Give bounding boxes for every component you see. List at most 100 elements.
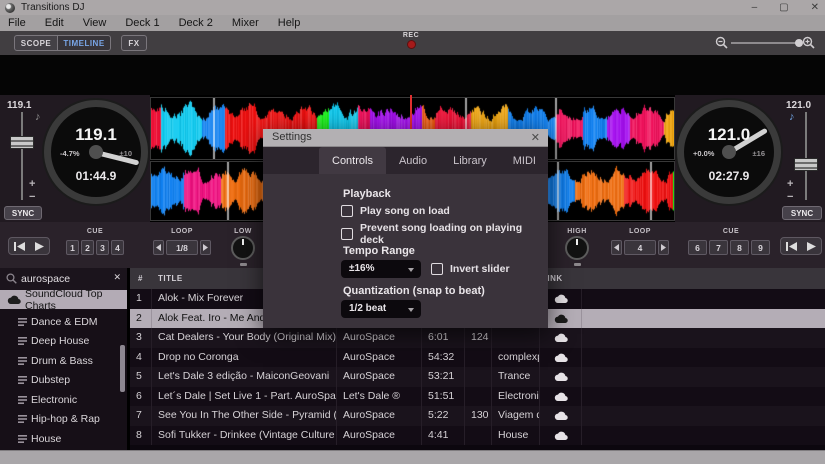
column-header-num[interactable]: # (130, 268, 152, 289)
maximize-button[interactable]: ▢ (779, 0, 788, 15)
soundcloud-link-icon[interactable] (540, 367, 582, 387)
soundcloud-link-icon[interactable] (540, 406, 582, 426)
genre-label: Dubstep (31, 374, 70, 386)
menu-edit[interactable]: Edit (45, 17, 64, 29)
deck2-loop-length[interactable]: 4 (624, 240, 656, 255)
table-row[interactable]: 7 See You In The Other Side - Pyramid (M… (130, 406, 825, 426)
scope-button[interactable]: SCOPE (14, 35, 58, 51)
deck2-skip-start-button[interactable] (781, 238, 801, 254)
deck1-cue-2[interactable]: 2 (81, 240, 94, 255)
deck1-pitch-plus[interactable]: + (29, 179, 35, 189)
play-on-load-checkbox[interactable] (341, 205, 353, 217)
sidebar-item-genre[interactable]: Dubstep (0, 371, 127, 390)
sidebar-item-soundcloud-top-charts[interactable]: SoundCloud Top Charts (0, 290, 127, 309)
row-bpm (465, 367, 492, 387)
deck1-eq-low-knob[interactable] (231, 236, 255, 260)
soundcloud-link-icon[interactable] (540, 348, 582, 368)
zoom-out-icon[interactable] (715, 36, 728, 49)
deck1-jog-wheel[interactable]: 119.1 -4.7% ±10 01:44.9 (44, 100, 148, 204)
deck2-cue-8[interactable]: 8 (730, 240, 749, 255)
timeline-button[interactable]: TIMELINE (57, 35, 111, 51)
deck2-pitch-minus[interactable]: − (787, 192, 793, 202)
deck1-loop-length[interactable]: 1/8 (166, 240, 198, 255)
zoom-in-icon[interactable] (802, 36, 815, 49)
row-title: Drop no Coronga (152, 348, 337, 368)
quantization-select[interactable]: 1/2 beat (341, 300, 421, 318)
sidebar-scrollbar-thumb[interactable] (120, 345, 125, 392)
settings-title: Settings (272, 131, 312, 143)
deck1-cue-1[interactable]: 1 (66, 240, 79, 255)
menu-help[interactable]: Help (278, 17, 301, 29)
table-row[interactable]: 3 Cat Dealers - Your Body (Original Mix)… (130, 328, 825, 348)
deck1-pitch-handle[interactable] (10, 136, 34, 149)
search-clear-icon[interactable]: ✕ (113, 272, 121, 283)
row-num: 3 (130, 328, 152, 348)
table-row[interactable]: 4 Drop no Coronga AuroSpace 54:32 comple… (130, 348, 825, 368)
table-row[interactable]: 8 Sofi Tukker - Drinkee (Vintage Culture… (130, 426, 825, 446)
deck2-cue-6[interactable]: 6 (688, 240, 707, 255)
record-button[interactable] (407, 40, 416, 49)
window-titlebar[interactable]: Transitions DJ – ▢ ✕ (0, 0, 825, 15)
deck1-skip-start-button[interactable] (9, 238, 29, 254)
sidebar-item-genre[interactable]: Electronic (0, 390, 127, 409)
deck1-pitch-minus[interactable]: − (29, 192, 35, 202)
row-genre: Viagem de ida (492, 406, 540, 426)
deck2-eq-high-knob[interactable] (565, 236, 589, 260)
menu-file[interactable]: File (8, 17, 26, 29)
menu-deck2[interactable]: Deck 2 (179, 17, 213, 29)
settings-titlebar[interactable]: Settings ✕ (263, 129, 548, 147)
deck2-pitch-handle[interactable] (794, 158, 818, 171)
fx-button[interactable]: FX (121, 35, 147, 51)
deck2-cue-9[interactable]: 9 (751, 240, 770, 255)
deck2-loop-double-icon[interactable] (658, 240, 669, 255)
soundcloud-link-icon[interactable] (540, 328, 582, 348)
sidebar-item-genre[interactable]: House (0, 429, 127, 448)
deck2-play-button[interactable] (801, 238, 821, 254)
prevent-loading-checkbox[interactable] (341, 228, 353, 240)
deck2-cue-7[interactable]: 7 (709, 240, 728, 255)
deck1-cue-3[interactable]: 3 (96, 240, 109, 255)
deck1-loop-halve-icon[interactable] (153, 240, 164, 255)
menu-mixer[interactable]: Mixer (232, 17, 259, 29)
deck1-pitch-slider[interactable] (21, 112, 23, 200)
soundcloud-link-icon[interactable] (540, 426, 582, 446)
sidebar-item-genre[interactable]: Hip-hop & Rap (0, 410, 127, 429)
menu-view[interactable]: View (83, 17, 107, 29)
menu-deck1[interactable]: Deck 1 (125, 17, 159, 29)
tempo-range-value: ±16% (349, 263, 375, 274)
sidebar-item-genre[interactable]: Dance & EDM (0, 312, 127, 331)
table-row[interactable]: 5 Let's Dale 3 edição - MaiconGeovani Au… (130, 367, 825, 387)
deck1-loop-double-icon[interactable] (200, 240, 211, 255)
deck2-loop-halve-icon[interactable] (611, 240, 622, 255)
deck2-sync-button[interactable]: SYNC (782, 206, 822, 220)
tab-audio[interactable]: Audio (386, 147, 440, 174)
zoom-slider-track[interactable] (731, 42, 797, 44)
row-bpm (465, 426, 492, 446)
deck2-keylock-note-icon[interactable]: ♪ (789, 111, 795, 123)
minimize-button[interactable]: – (752, 0, 758, 15)
close-button[interactable]: ✕ (811, 0, 819, 15)
deck1-sync-button[interactable]: SYNC (4, 206, 42, 220)
search-input[interactable] (21, 270, 105, 288)
playback-heading: Playback (343, 188, 391, 200)
soundcloud-link-icon[interactable] (540, 387, 582, 407)
tab-library[interactable]: Library (440, 147, 500, 174)
tab-midi[interactable]: MIDI (500, 147, 549, 174)
sidebar-item-genre[interactable]: Drum & Bass (0, 351, 127, 370)
deck1-pitch-range: ±10 (120, 149, 132, 158)
deck1-keylock-note-icon[interactable]: ♪ (35, 111, 41, 123)
sidebar-item-genre[interactable]: Deep House (0, 332, 127, 351)
horizontal-scrollbar[interactable] (0, 450, 825, 464)
deck2-jog-wheel[interactable]: 121.0 +0.0% ±16 02:27.9 (677, 100, 781, 204)
settings-close-icon[interactable]: ✕ (531, 131, 540, 144)
genre-label: Deep House (31, 335, 89, 347)
table-row[interactable]: 6 Let´s Dale | Set Live 1 - Part. AuroSp… (130, 387, 825, 407)
deck2-pitch-slider[interactable] (805, 112, 807, 200)
invert-slider-checkbox[interactable] (431, 263, 443, 275)
deck1-play-button[interactable] (29, 238, 49, 254)
deck2-pitch-plus[interactable]: + (787, 179, 793, 189)
deck1-cue-4[interactable]: 4 (111, 240, 124, 255)
tempo-range-select[interactable]: ±16% (341, 260, 421, 278)
tab-controls[interactable]: Controls (319, 147, 386, 174)
row-num: 2 (130, 309, 152, 329)
